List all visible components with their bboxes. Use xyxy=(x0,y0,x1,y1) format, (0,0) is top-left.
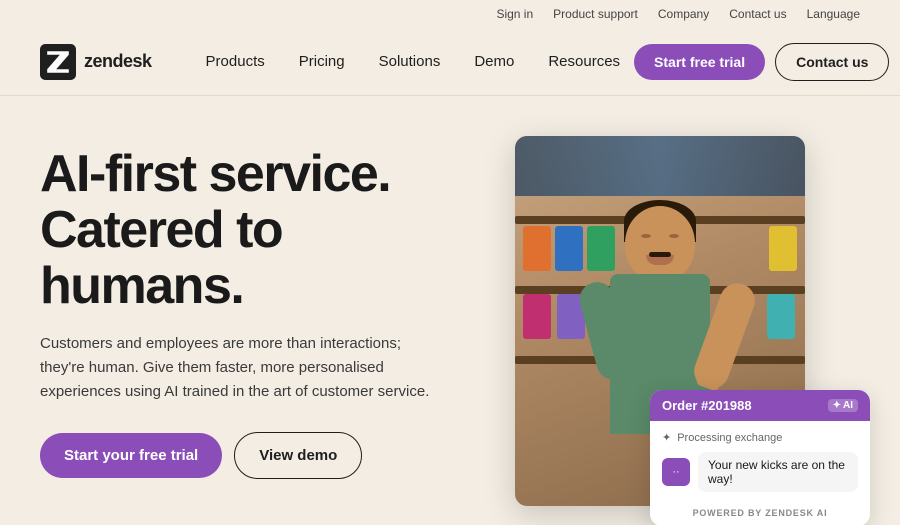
main-navbar: zendesk Products Pricing Solutions Demo … xyxy=(0,28,900,96)
hero-view-demo-button[interactable]: View demo xyxy=(234,432,362,479)
language-link[interactable]: Language xyxy=(807,7,860,21)
hero-headline-line1: AI-first service. xyxy=(40,145,390,203)
chat-header-order: Order #201988 xyxy=(662,398,752,413)
order-label: Order #201988 xyxy=(662,398,752,413)
nav-start-trial-button[interactable]: Start free trial xyxy=(634,44,765,80)
hero-headline-line2: Catered to xyxy=(40,201,282,259)
avatar-icon: ·· xyxy=(672,466,679,478)
chat-card-body: ✦ Processing exchange ·· Your new kicks … xyxy=(650,421,870,502)
processing-sparkle-icon: ✦ xyxy=(662,431,671,444)
product-support-link[interactable]: Product support xyxy=(553,7,638,21)
company-link[interactable]: Company xyxy=(658,7,709,21)
top-utility-bar: Sign in Product support Company Contact … xyxy=(0,0,900,28)
chat-card: Order #201988 ✦ AI ✦ Processing exchange… xyxy=(650,390,870,525)
shoe-box-7 xyxy=(767,294,795,339)
chat-card-header: Order #201988 ✦ AI xyxy=(650,390,870,421)
ai-sparkle-icon: ✦ xyxy=(833,400,841,411)
hero-headline-line3: humans. xyxy=(40,257,243,315)
logo-link[interactable]: zendesk xyxy=(40,44,152,80)
nav-contact-button[interactable]: Contact us xyxy=(775,43,889,81)
hero-buttons: Start your free trial View demo xyxy=(40,432,460,479)
message-avatar: ·· xyxy=(662,458,690,486)
nav-links: Products Pricing Solutions Demo Resource… xyxy=(192,45,635,78)
nav-products[interactable]: Products xyxy=(192,45,279,78)
hero-section: AI-first service. Catered to humans. Cus… xyxy=(0,96,900,525)
message-bubble: Your new kicks are on the way! xyxy=(698,452,858,492)
nav-resources[interactable]: Resources xyxy=(534,45,634,78)
shoe-box-1 xyxy=(523,226,551,271)
nav-actions: Start free trial Contact us xyxy=(634,43,889,81)
logo-text: zendesk xyxy=(84,51,152,72)
sign-in-link[interactable]: Sign in xyxy=(496,7,533,21)
contact-us-top-link[interactable]: Contact us xyxy=(729,7,786,21)
nav-pricing[interactable]: Pricing xyxy=(285,45,359,78)
processing-label: Processing exchange xyxy=(677,432,782,444)
ai-label: AI xyxy=(843,400,853,411)
hero-subtext: Customers and employees are more than in… xyxy=(40,332,430,404)
nav-solutions[interactable]: Solutions xyxy=(365,45,455,78)
shoe-box-5 xyxy=(523,294,551,339)
hero-start-trial-button[interactable]: Start your free trial xyxy=(40,433,222,478)
nav-demo[interactable]: Demo xyxy=(460,45,528,78)
hero-image-area: Order #201988 ✦ AI ✦ Processing exchange… xyxy=(460,136,860,525)
hero-content-left: AI-first service. Catered to humans. Cus… xyxy=(40,136,460,479)
processing-row: ✦ Processing exchange xyxy=(662,431,858,444)
hero-headline: AI-first service. Catered to humans. xyxy=(40,146,460,314)
shoe-box-4 xyxy=(769,226,797,271)
zendesk-logo-icon xyxy=(40,44,76,80)
message-row: ·· Your new kicks are on the way! xyxy=(662,452,858,492)
person-head xyxy=(625,206,695,281)
ai-badge: ✦ AI xyxy=(828,399,858,412)
powered-by: POWERED BY ZENDESK AI xyxy=(650,502,870,525)
